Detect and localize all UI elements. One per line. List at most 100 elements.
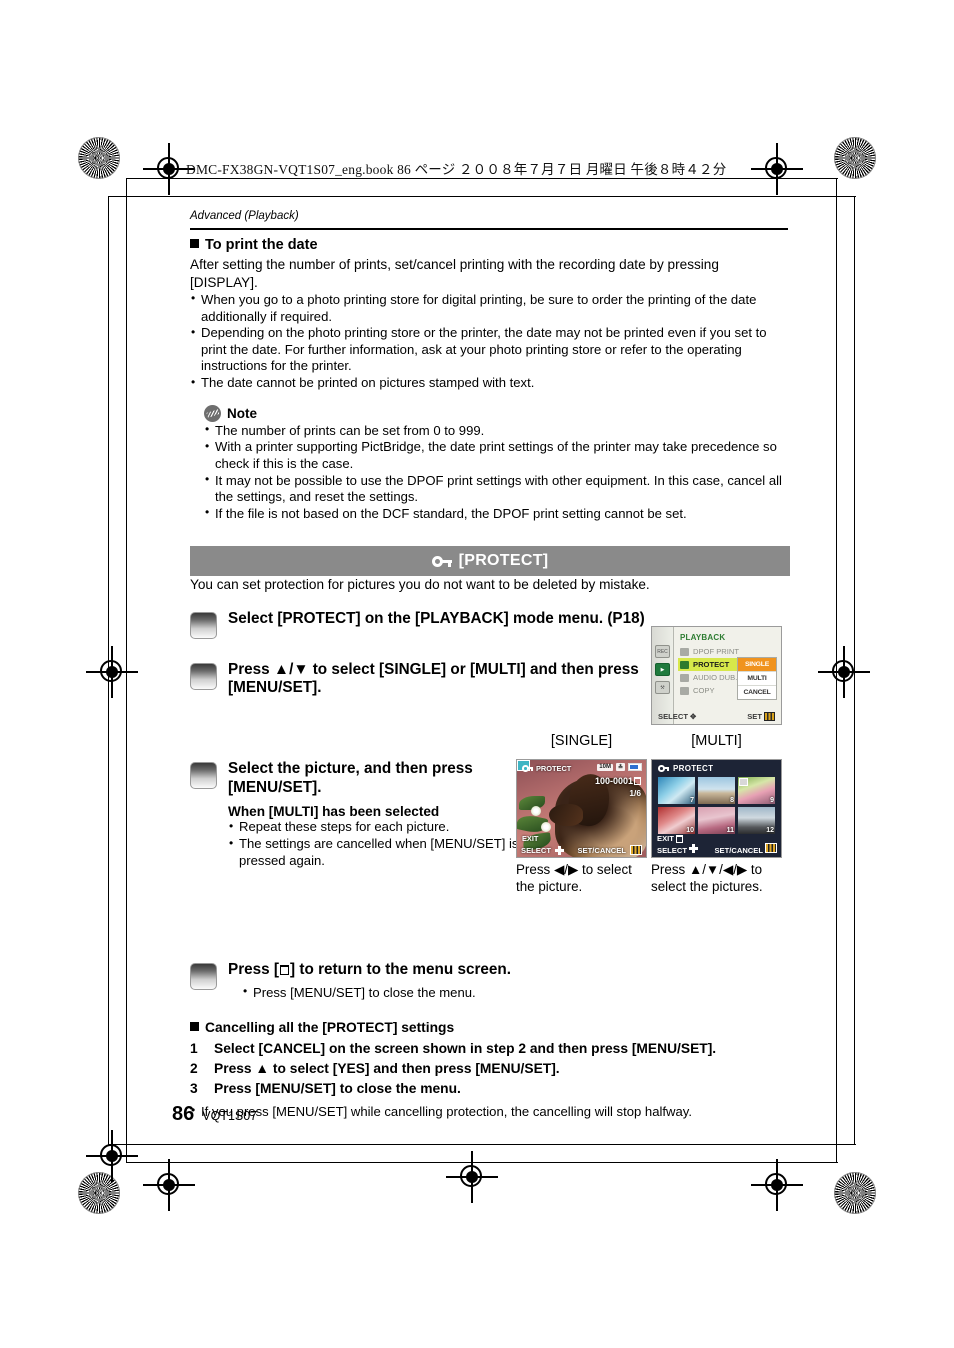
single-footer: SELECT SET/CANCEL <box>517 845 646 855</box>
single-exit-label: EXIT <box>522 834 539 843</box>
step-4-text-after: ] to return to the menu screen. <box>290 961 512 979</box>
flower-decor <box>541 822 551 832</box>
microphone-icon <box>680 673 689 682</box>
thumbnail-item[interactable]: 10 <box>658 807 695 834</box>
document-code: VQT1S07 <box>202 1109 258 1123</box>
note-block: Note The number of prints can be set fro… <box>204 404 790 523</box>
single-select-label: SELECT <box>521 845 564 855</box>
key-icon <box>522 765 533 772</box>
dpad-icon <box>554 845 564 855</box>
step-4-text-before: Press [ <box>228 961 280 979</box>
cancelling-heading-text: Cancelling all the [PROTECT] settings <box>205 1019 455 1035</box>
single-file-number: 100-0001 <box>595 776 642 786</box>
thumbnail-item[interactable]: 7 <box>658 777 695 804</box>
note-title-text: Note <box>227 405 257 421</box>
single-protect-title-text: PROTECT <box>536 764 572 773</box>
step-3-notes: Repeat these steps for each picture. The… <box>228 819 528 869</box>
thumbnail-number: 12 <box>766 827 774 834</box>
menu-item-label: DPOF PRINT <box>693 647 739 656</box>
page-number: 86 <box>172 1103 195 1125</box>
menu-footer-select: SELECT ✥ <box>658 712 697 721</box>
section-heading-text: To print the date <box>205 237 318 253</box>
submenu-item-single[interactable]: SINGLE <box>738 658 776 672</box>
protect-indicator-icon <box>634 777 641 785</box>
single-setcancel-label: SET/CANCEL <box>577 845 642 855</box>
figure-playback-menu: REC ▶ ⚒ PLAYBACK DPOF PRINT PROTECT AUDI… <box>651 626 782 725</box>
list-item: It may not be possible to use the DPOF p… <box>204 472 790 506</box>
trash-icon <box>280 965 290 976</box>
step-4-text: Press [ ] to return to the menu screen. <box>228 961 511 980</box>
key-icon <box>680 660 689 669</box>
thumbnail-number: 11 <box>726 827 734 834</box>
multi-select-label: SELECT <box>657 843 698 855</box>
step-4-notes: Press [MENU/SET] to close the menu. <box>242 984 511 1002</box>
protect-badge-icon <box>739 778 748 786</box>
page-footer: 86 VQT1S07 <box>172 1103 257 1126</box>
list-text: Press ▲ to select [YES] and then press [… <box>214 1060 560 1076</box>
protect-submenu: SINGLE MULTI CANCEL <box>737 657 777 700</box>
note-title: Note <box>204 404 790 422</box>
list-item: When you go to a photo printing store fo… <box>190 291 790 325</box>
step-3-text: Select the picture, and then press [MENU… <box>228 760 473 796</box>
print-date-body: After setting the number of prints, set/… <box>190 257 719 290</box>
manual-page: Advanced (Playback) To print the date Af… <box>0 0 954 1348</box>
multi-footer: EXIT SELECT SET/CANCEL <box>657 834 777 855</box>
list-item: The date cannot be printed on pictures s… <box>190 375 790 392</box>
list-item: If the file is not based on the DCF stan… <box>204 505 790 523</box>
list-item: Repeat these steps for each picture. <box>228 819 528 836</box>
cancelling-tail-note: If you press [MENU/SET] while cancelling… <box>190 1103 790 1119</box>
multi-action-row: SELECT SET/CANCEL <box>657 843 777 855</box>
protect-intro: You can set protection for pictures you … <box>190 577 650 593</box>
key-icon <box>658 765 669 772</box>
thumbnail-item[interactable]: 12 <box>738 807 775 834</box>
thumbnail-number: 10 <box>686 827 694 834</box>
list-item: 2 Press ▲ to select [YES] and then press… <box>190 1059 790 1079</box>
thumbnail-grid: 7 8 9 10 11 12 <box>658 777 776 834</box>
wrench-icon[interactable]: ⚒ <box>655 681 670 694</box>
menu-sidebar: REC ▶ ⚒ <box>652 627 674 724</box>
section-heading-print-date: To print the date <box>190 236 790 254</box>
dpad-icon <box>688 843 698 853</box>
menu-item-label: PROTECT <box>693 660 730 669</box>
list-item: With a printer supporting PictBridge, th… <box>204 439 790 472</box>
printer-icon <box>680 647 689 656</box>
multi-protect-title-text: PROTECT <box>673 764 714 773</box>
thumbnail-item[interactable]: 11 <box>698 807 735 834</box>
submenu-item-cancel[interactable]: CANCEL <box>738 686 776 699</box>
playback-mode-icon[interactable]: ▶ <box>655 663 670 676</box>
single-status-icons: 10M ≛ <box>597 763 642 771</box>
step-4-button-icon <box>190 963 217 991</box>
step-2-button-icon <box>190 662 217 690</box>
thumbnail-number: 9 <box>770 797 774 804</box>
thumbnail-item[interactable]: 8 <box>698 777 735 804</box>
lcd-playback-menu: REC ▶ ⚒ PLAYBACK DPOF PRINT PROTECT AUDI… <box>651 626 782 725</box>
thumbnail-number: 8 <box>730 797 734 804</box>
menu-set-icon <box>764 712 775 721</box>
list-number: 1 <box>190 1040 198 1056</box>
flower-decor <box>531 806 541 816</box>
thumbnail-item[interactable]: 9 <box>738 777 775 804</box>
step-3-subheading: When [MULTI] has been selected <box>228 804 440 820</box>
file-number-text: 100-0001 <box>594 776 633 786</box>
square-bullet-icon <box>190 239 199 248</box>
note-bullets: The number of prints can be set from 0 t… <box>204 422 790 523</box>
running-head: Advanced (Playback) <box>190 210 299 222</box>
copy-icon <box>680 686 689 695</box>
list-item: 3 Press [MENU/SET] to close the menu. <box>190 1079 790 1099</box>
header-rule <box>190 228 788 230</box>
submenu-item-multi[interactable]: MULTI <box>738 672 776 686</box>
lcd-multi-protect: PROTECT 7 8 9 10 11 12 EXIT SELECT SET/C… <box>651 759 782 858</box>
protect-band-title: [PROTECT] <box>458 552 549 570</box>
resolution-badge: 10M <box>597 763 613 771</box>
menu-set-icon <box>630 845 642 855</box>
list-item: Depending on the photo printing store or… <box>190 325 790 375</box>
key-icon <box>431 555 452 567</box>
list-item: The number of prints can be set from 0 t… <box>204 422 790 440</box>
rec-mode-icon[interactable]: REC <box>655 645 670 658</box>
dpad-icon: ✥ <box>689 712 697 721</box>
single-protect-title: PROTECT <box>522 764 571 773</box>
lcd-single-protect: PROTECT 10M ≛ 100-0001 1/6 EXIT SELECT S… <box>516 759 647 858</box>
step-3-button-icon <box>190 762 217 790</box>
list-item: 1 Select [CANCEL] on the screen shown in… <box>190 1039 790 1059</box>
step-4: Press [ ] to return to the menu screen. P… <box>190 961 790 1001</box>
